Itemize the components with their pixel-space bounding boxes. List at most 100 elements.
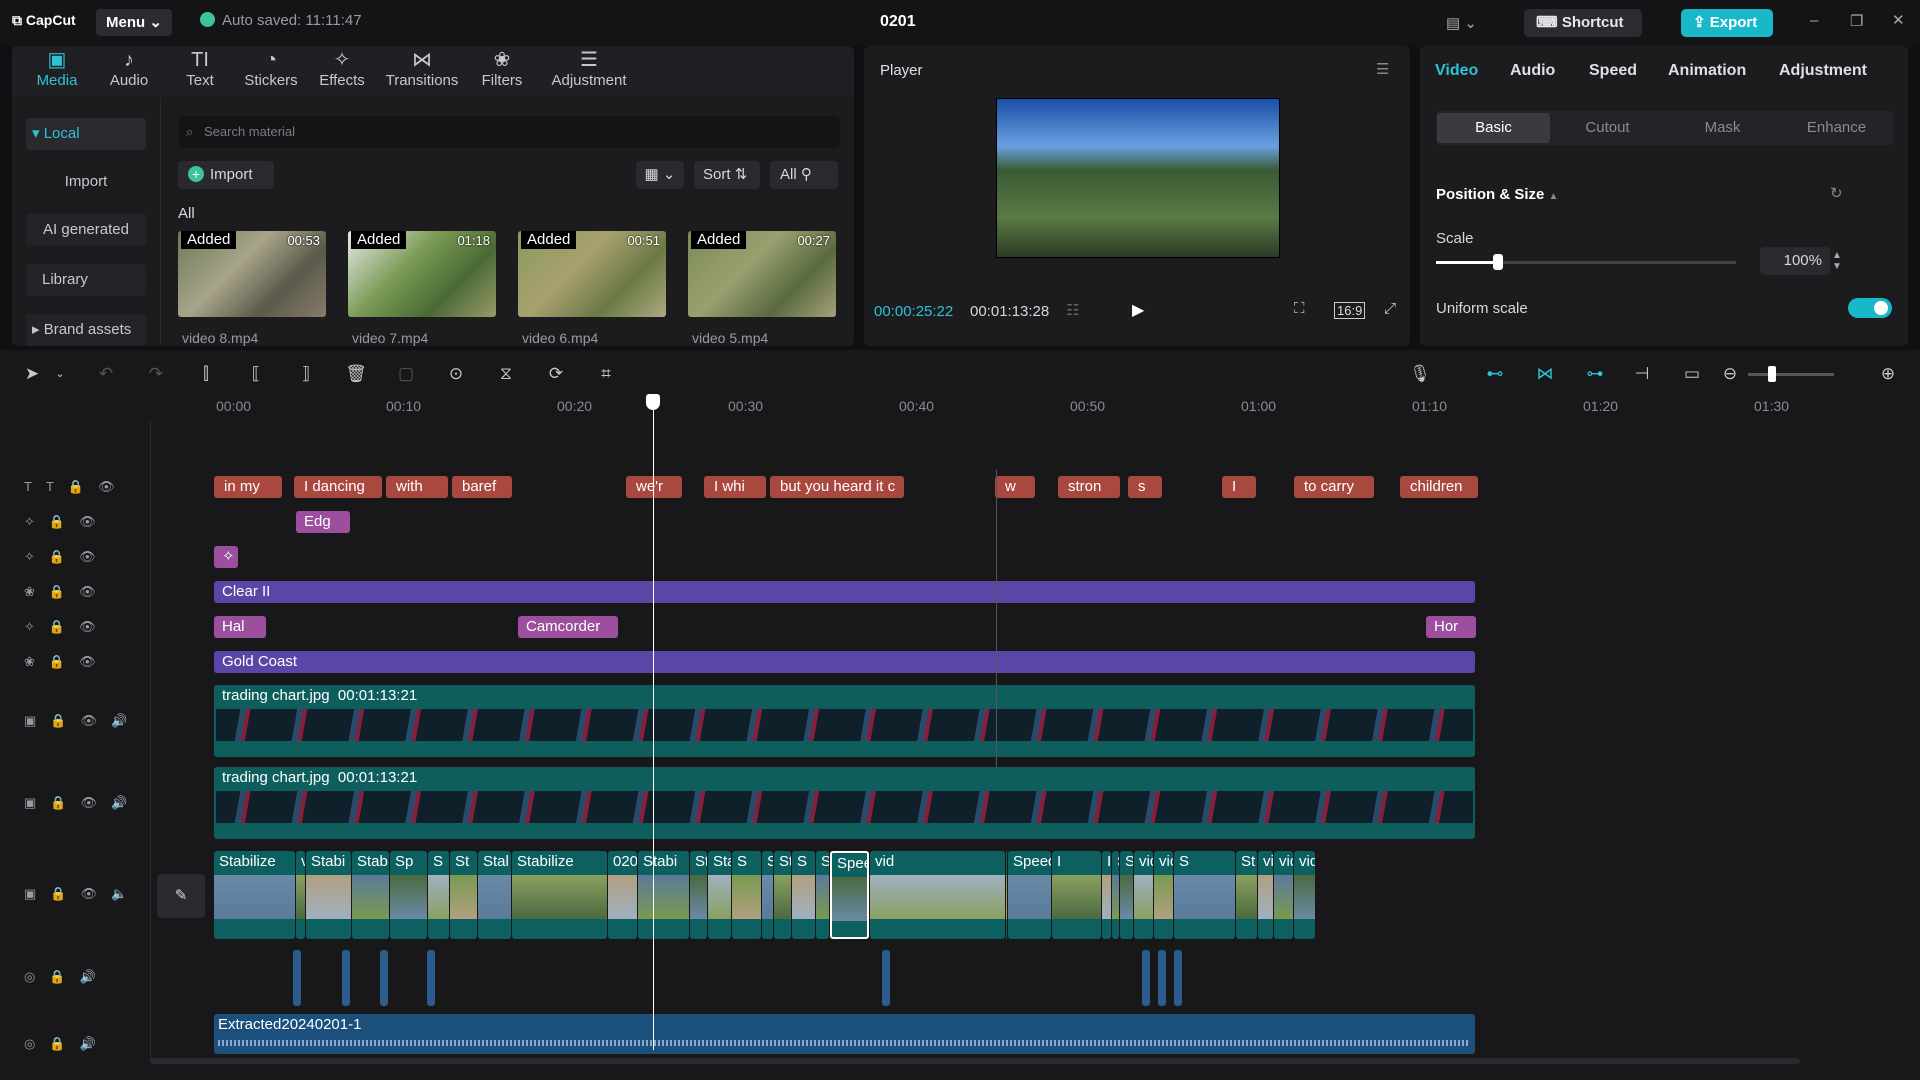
eye-icon[interactable]: 👁 [80, 795, 111, 810]
volume-icon[interactable]: 🔊 [111, 795, 141, 810]
tab-media[interactable]: ▣ Media [22, 46, 92, 96]
text-clip[interactable]: but you heard it c [770, 476, 904, 498]
split-icon[interactable]: ⫿ [194, 362, 218, 386]
main-clip[interactable]: Stab [708, 851, 731, 939]
lock-icon[interactable]: 🔒 [50, 886, 80, 901]
overlay-clip[interactable]: trading chart.jpg 00:01:13:21 [214, 685, 1475, 757]
playhead[interactable] [653, 404, 654, 1050]
import-button[interactable]: + Import [178, 161, 274, 189]
main-clip[interactable]: vid [1274, 851, 1293, 939]
menu-button[interactable]: Menu ⌄ [96, 9, 172, 36]
subtab-enhance[interactable]: Enhance [1780, 113, 1893, 143]
audio-marker[interactable] [1142, 950, 1150, 1006]
linkage-icon[interactable]: ⊶ [1580, 362, 1610, 386]
scale-stepper-icon[interactable]: ▲ ▼ [1832, 250, 1842, 272]
eye-icon[interactable]: 👁 [79, 619, 110, 634]
main-clip[interactable]: Stabilize [214, 851, 295, 939]
eye-icon[interactable]: 👁 [80, 886, 111, 901]
overlay-clip[interactable]: trading chart.jpg 00:01:13:21 [214, 767, 1475, 839]
media-thumb-video-8[interactable]: Added 00:53 [178, 231, 326, 317]
uniform-scale-toggle[interactable] [1848, 298, 1892, 318]
restore-icon[interactable]: ❐ [1850, 12, 1863, 30]
audio-marker[interactable] [1158, 950, 1166, 1006]
eye-icon[interactable]: 👁 [79, 654, 110, 669]
text-clip[interactable]: to carry [1294, 476, 1374, 498]
split-left-icon[interactable]: ⟦ [244, 362, 268, 386]
scale-value-input[interactable]: 100% [1760, 247, 1830, 275]
close-icon[interactable]: ✕ [1892, 11, 1905, 29]
crop-icon[interactable]: ⌗ [594, 362, 618, 386]
lock-icon[interactable]: 🔒 [49, 549, 79, 564]
mute-icon[interactable]: 🔈 [111, 886, 141, 901]
fit-icon[interactable]: ⛶ [1294, 300, 1305, 317]
mirror-icon[interactable]: ⧖ [494, 362, 518, 386]
main-clip[interactable]: S [428, 851, 449, 939]
scale-slider-handle[interactable] [1493, 254, 1503, 270]
volume-icon[interactable]: 🔊 [80, 1036, 110, 1051]
text-clip[interactable]: s [1128, 476, 1162, 498]
ratio-button[interactable]: 16:9 [1334, 302, 1366, 319]
tab-speed[interactable]: Speed [1589, 62, 1637, 80]
lock-icon[interactable]: 🔒 [49, 514, 79, 529]
redo-icon[interactable]: ↷ [144, 362, 168, 386]
lock-icon[interactable]: 🔒 [50, 795, 80, 810]
main-clip[interactable]: Stal [478, 851, 511, 939]
main-clip[interactable]: Stabi [306, 851, 351, 939]
volume-icon[interactable]: 🔊 [80, 969, 110, 984]
filter-clip[interactable]: Gold Coast [214, 651, 1475, 673]
select-tool-icon[interactable]: ➤ [20, 362, 44, 386]
main-clip[interactable]: video [1006, 851, 1007, 939]
main-clip[interactable]: vide [1258, 851, 1273, 939]
tab-adjustment-props[interactable]: Adjustment [1779, 62, 1867, 80]
sidebar-item-ai-generated[interactable]: AI generated [26, 214, 146, 246]
search-input[interactable]: ⌕ Search material [178, 116, 840, 148]
tab-audio[interactable]: ♪ Audio [94, 46, 164, 96]
main-clip[interactable]: St [774, 851, 791, 939]
main-clip[interactable]: S [1112, 851, 1119, 939]
undo-icon[interactable]: ↶ [94, 362, 118, 386]
view-toggle-button[interactable]: ▦ ⌄ [636, 161, 684, 189]
text-clip[interactable]: stron [1058, 476, 1120, 498]
main-clip[interactable]: S [792, 851, 815, 939]
eye-icon[interactable]: 👁 [79, 514, 110, 529]
tab-text[interactable]: TI Text [165, 46, 235, 96]
subtab-cutout[interactable]: Cutout [1551, 113, 1664, 143]
tab-audio-props[interactable]: Audio [1510, 62, 1555, 80]
audio-clip[interactable]: Extracted20240201-1 [214, 1014, 1475, 1054]
main-clip[interactable]: S [1174, 851, 1235, 939]
main-clip[interactable]: Stab [352, 851, 389, 939]
main-clip[interactable]: St [1236, 851, 1257, 939]
main-clip[interactable]: video 7 [1294, 851, 1315, 939]
link-main-track-icon[interactable]: ⊷ [1480, 362, 1510, 386]
subtab-basic[interactable]: Basic [1437, 113, 1550, 143]
zoom-slider[interactable] [1748, 373, 1834, 376]
zoom-in-icon[interactable]: ⊕ [1876, 362, 1900, 386]
sidebar-item-brand-assets[interactable]: ▸ Brand assets [26, 314, 146, 346]
main-clip[interactable]: I [1052, 851, 1101, 939]
play-icon[interactable]: ▶ [1132, 300, 1144, 320]
tab-stickers[interactable]: ◔ Stickers [236, 46, 306, 96]
preview-video[interactable] [996, 98, 1280, 258]
minimize-icon[interactable]: – [1810, 12, 1818, 29]
audio-marker[interactable] [293, 950, 301, 1006]
lock-icon[interactable]: 🔒 [49, 969, 79, 984]
text-clip[interactable]: I [1222, 476, 1256, 498]
lock-icon[interactable]: 🔒 [49, 619, 79, 634]
text-clip[interactable]: I whi [704, 476, 766, 498]
zoom-out-icon[interactable]: ⊖ [1718, 362, 1742, 386]
zoom-slider-handle[interactable] [1768, 366, 1776, 382]
lock-icon[interactable]: 🔒 [49, 1036, 79, 1051]
main-clip[interactable]: S [762, 851, 773, 939]
subtab-mask[interactable]: Mask [1666, 113, 1779, 143]
microphone-icon[interactable]: 🎙 [1408, 362, 1432, 386]
section-position-size[interactable]: Position & Size ▲ [1436, 186, 1558, 203]
eye-icon[interactable]: 👁 [80, 713, 111, 728]
media-thumb-video-6[interactable]: Added 00:51 [518, 231, 666, 317]
fullscreen-icon[interactable]: ⤢ [1384, 300, 1396, 317]
delete-icon[interactable]: 🗑 [344, 362, 368, 386]
text-clip[interactable]: in my [214, 476, 282, 498]
main-clip[interactable]: v [296, 851, 305, 939]
main-clip[interactable]: Il [1102, 851, 1111, 939]
media-thumb-video-5[interactable]: Added 00:27 [688, 231, 836, 317]
tab-animation[interactable]: Animation [1668, 62, 1746, 80]
